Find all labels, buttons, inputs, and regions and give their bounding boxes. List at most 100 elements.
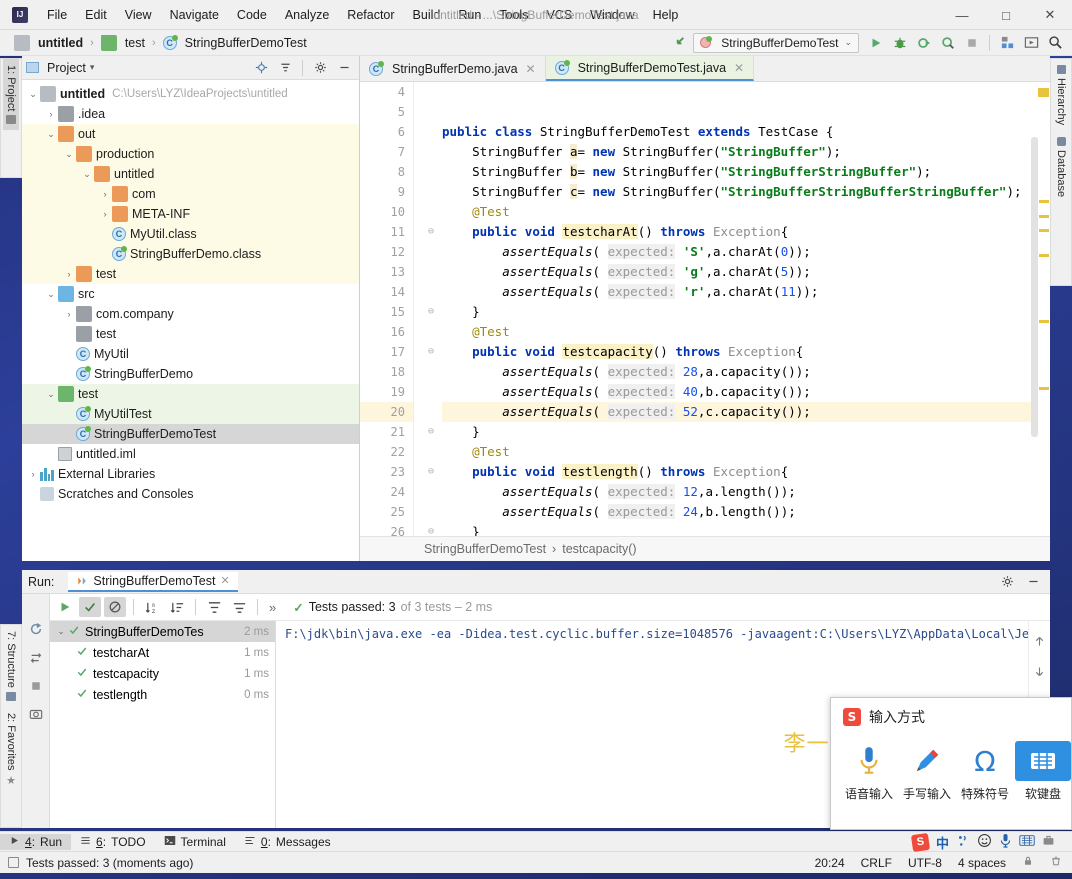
line-number-22[interactable]: 22 [360,442,413,462]
voice-icon[interactable] [999,833,1012,851]
test-result-row-testlength[interactable]: testlength 0 ms [50,684,275,705]
hide-icon[interactable] [1022,572,1044,592]
select-run-icon[interactable] [1020,33,1042,53]
locate-icon[interactable] [250,58,272,78]
editor-tab-bar[interactable]: C StringBufferDemo.java ✕ C StringBufferDemo… [360,56,1050,82]
fold-marker[interactable]: ⊖ [414,342,442,362]
project-panel-actions[interactable] [250,58,355,78]
run-test-toolbar[interactable]: az » ✓ Tests passed: 3 of 3 tests – 2 ms [50,594,1050,621]
line-number-14[interactable]: 14 [360,282,413,302]
project-tree[interactable]: ⌄ untitled C:\Users\LYZ\IdeaProjects\untit… [22,80,359,504]
code-line-6[interactable]: public class StringBufferDemoTest extend… [442,122,1050,142]
scroll-up-icon[interactable] [1033,635,1046,651]
toggle-auto-test-icon[interactable] [29,651,43,668]
sidebar-item-structure[interactable]: 7: Structure [3,625,19,707]
code-line-20[interactable]: assertEquals( expected: 52,c.capacity())… [442,402,1050,422]
right-rail[interactable]: Hierarchy Database [1050,58,1072,286]
menu-item-analyze[interactable]: Analyze [276,4,338,26]
status-right-area[interactable]: 20:24 CRLF UTF-8 4 spaces [815,855,1062,870]
breadcrumb-item-project[interactable]: untitled [10,34,87,52]
tree-node-stringbufferdemotest[interactable]: C StringBufferDemoTest [22,424,359,444]
fold-gutter[interactable]: ⊖ ⊖ ⊖ ⊖ ⊖ ⊖ [414,82,442,537]
scroll-down-icon[interactable] [1033,665,1046,681]
code-line-5[interactable] [442,102,1050,122]
menu-item-refactor[interactable]: Refactor [338,4,403,26]
tree-node-test[interactable]: ⌄ test [22,384,359,404]
tree-node-out[interactable]: ⌄ out [22,124,359,144]
search-everywhere-icon[interactable] [1044,33,1066,53]
code-line-16[interactable]: @Test [442,322,1050,342]
maximize-button[interactable]: □ [984,0,1028,30]
line-number-16[interactable]: 16 [360,322,413,342]
camera-icon[interactable] [29,707,43,724]
line-number-25[interactable]: 25 [360,502,413,522]
punctuation-icon[interactable] [956,834,970,851]
lock-icon[interactable] [1022,855,1034,870]
close-button[interactable]: ✕ [1028,0,1072,30]
error-stripe-markers[interactable] [1038,82,1050,537]
status-encoding[interactable]: UTF-8 [908,856,942,870]
code-line-21[interactable]: } [442,422,1050,442]
test-result-row-testcharat[interactable]: testcharAt 1 ms [50,642,275,663]
more-icon[interactable]: » [265,600,280,615]
line-number-8[interactable]: 8 [360,162,413,182]
code-line-26[interactable]: } [442,522,1050,537]
line-number-20[interactable]: 20 [360,402,433,422]
settings-gear-icon[interactable] [309,58,331,78]
status-message-area[interactable]: Tests passed: 3 (moments ago) [8,856,193,870]
test-result-row-stringbufferdemotes[interactable]: ⌄ StringBufferDemoTes 2 ms [50,621,275,642]
tree-node-untitled-iml[interactable]: untitled.iml [22,444,359,464]
tree-expand-arrow[interactable]: › [26,469,40,479]
collapse-all-icon[interactable] [228,597,250,617]
menu-item-view[interactable]: View [116,4,161,26]
tree-expand-arrow[interactable]: › [62,269,76,279]
line-number-19[interactable]: 19 [360,382,413,402]
emoji-icon[interactable] [977,833,992,851]
editor-breadcrumb[interactable]: StringBufferDemoTest › testcapacity() [360,536,1050,561]
fold-marker[interactable]: ⊖ [414,222,442,242]
settings-gear-icon[interactable] [996,572,1018,592]
line-number-7[interactable]: 7 [360,142,413,162]
sidebar-item-project[interactable]: 1: Project [3,59,19,131]
fold-marker[interactable]: ⊖ [414,422,442,442]
run-tab-stringbufferdemotest[interactable]: StringBufferDemoTest ✕ [68,571,238,592]
chevron-down-icon[interactable]: ▾ [90,62,95,73]
code-line-8[interactable]: StringBuffer b= new StringBuffer("String… [442,162,1050,182]
rerun-failed-icon[interactable] [29,622,43,639]
code-line-4[interactable] [442,82,1050,102]
hide-ignored-icon[interactable] [104,597,126,617]
breadcrumb-method[interactable]: testcapacity() [562,542,636,556]
line-number-9[interactable]: 9 [360,182,413,202]
ime-option-symbols[interactable]: Ω 特殊符号 [957,741,1013,802]
expand-all-icon[interactable] [203,597,225,617]
code-line-7[interactable]: StringBuffer a= new StringBuffer("String… [442,142,1050,162]
menu-item-code[interactable]: Code [228,4,276,26]
close-icon[interactable]: ✕ [526,62,536,76]
collapse-all-icon[interactable] [274,58,296,78]
tree-node-untitled[interactable]: ⌄ untitled [22,164,359,184]
code-line-12[interactable]: assertEquals( expected: 'S',a.charAt(0))… [442,242,1050,262]
tree-expand-arrow[interactable]: › [98,209,112,219]
run-icon[interactable] [865,33,887,53]
lang-chinese-icon[interactable]: 中 [936,833,949,852]
tree-node-myutiltest[interactable]: C MyUtilTest [22,404,359,424]
window-controls[interactable]: — □ ✕ [940,0,1072,30]
menu-item-help[interactable]: Help [644,4,688,26]
fold-marker[interactable]: ⊖ [414,522,442,537]
ime-option-voice[interactable]: 语音输入 [841,741,897,802]
keyboard-icon[interactable] [1019,834,1035,850]
minimize-button[interactable]: — [940,0,984,30]
code-line-19[interactable]: assertEquals( expected: 40,b.capacity())… [442,382,1050,402]
line-number-23[interactable]: 23 [360,462,431,482]
line-number-21[interactable]: 21 [360,422,413,442]
status-indent[interactable]: 4 spaces [958,856,1006,870]
tree-node-com-company[interactable]: › com.company [22,304,359,324]
breadcrumb-class[interactable]: StringBufferDemoTest [424,542,546,556]
tree-node-external-libraries[interactable]: › External Libraries [22,464,359,484]
main-toolbar[interactable]: StringBufferDemoTest ⌄ [669,32,1066,53]
tree-expand-arrow[interactable]: › [62,309,76,319]
tree-node-src[interactable]: ⌄ src [22,284,359,304]
tree-node-myutil[interactable]: C MyUtil [22,344,359,364]
line-number-4[interactable]: 4 [360,82,413,102]
tree-node-scratches-and-consoles[interactable]: Scratches and Consoles [22,484,359,504]
